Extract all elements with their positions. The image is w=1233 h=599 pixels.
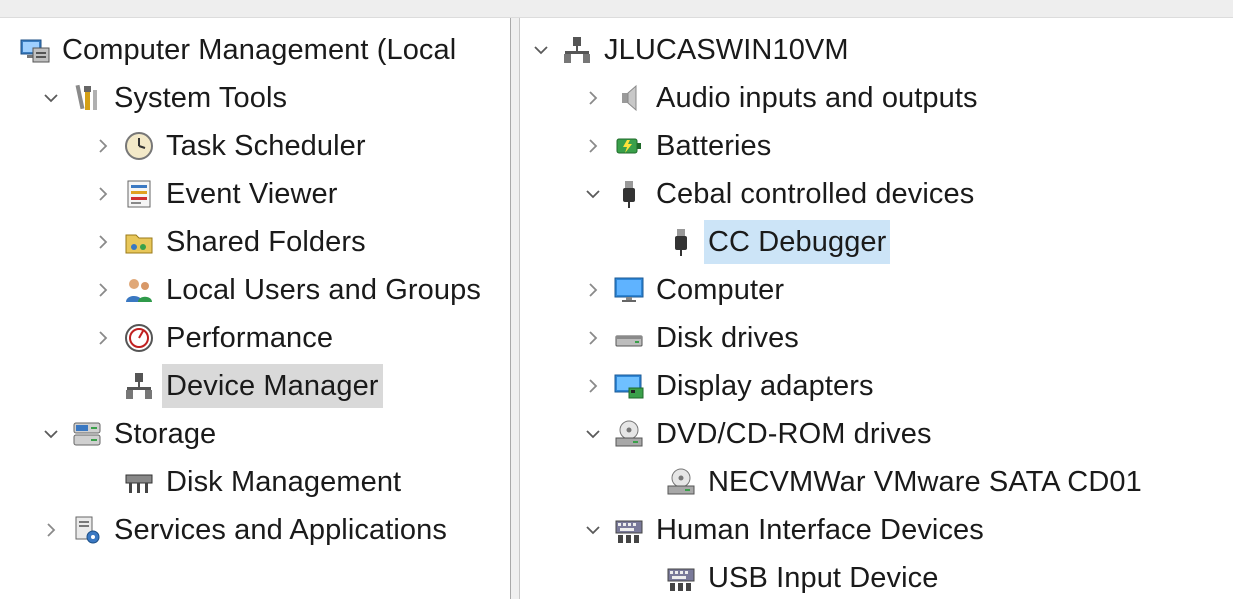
chevron-right-icon[interactable] <box>92 172 114 216</box>
tree-node-label: Display adapters <box>656 370 874 402</box>
tree-node-label: CC Debugger <box>704 220 891 264</box>
tree-node-label: Human Interface Devices <box>656 514 984 546</box>
tree-node-label: Device Manager <box>162 364 383 408</box>
tree-node[interactable]: Services and Applications <box>40 508 451 552</box>
tree-node-label: Services and Applications <box>114 514 447 546</box>
chevron-down-icon[interactable] <box>40 412 62 456</box>
disk-management-icon <box>122 465 156 499</box>
chevron-right-icon[interactable] <box>582 316 604 360</box>
device-node[interactable]: Cebal controlled devices <box>582 172 978 216</box>
speaker-icon <box>612 81 646 115</box>
cd-drive-icon <box>664 465 698 499</box>
device-node[interactable]: JLUCASWIN10VM <box>530 28 853 72</box>
chevron-right-icon[interactable] <box>582 76 604 120</box>
device-node[interactable]: NECVMWar VMware SATA CD01 <box>634 460 1146 504</box>
battery-icon <box>612 129 646 163</box>
system-tools-icon <box>70 81 104 115</box>
disk-drive-icon <box>612 321 646 355</box>
monitor-icon <box>612 273 646 307</box>
clock-icon <box>122 129 156 163</box>
tree-node-label: Audio inputs and outputs <box>656 82 978 114</box>
device-node[interactable]: Display adapters <box>582 364 878 408</box>
tree-node-label: Event Viewer <box>166 178 338 210</box>
tree-node-label: DVD/CD-ROM drives <box>656 418 932 450</box>
device-node[interactable]: Human Interface Devices <box>582 508 988 552</box>
chevron-down-icon[interactable] <box>582 508 604 552</box>
cd-drive-icon <box>612 417 646 451</box>
tree-node[interactable]: Performance <box>92 316 337 360</box>
tree-node-label: Performance <box>166 322 334 354</box>
device-node[interactable]: USB Input Device <box>634 556 943 599</box>
chevron-right-icon[interactable] <box>92 316 114 360</box>
chevron-right-icon[interactable] <box>582 268 604 312</box>
users-icon <box>122 273 156 307</box>
tree-node-label: Storage <box>114 418 217 450</box>
device-node[interactable]: CC Debugger <box>634 220 891 264</box>
chevron-down-icon[interactable] <box>40 76 62 120</box>
usb-plug-icon <box>664 225 698 259</box>
tree-node-label: Local Users and Groups <box>166 274 481 306</box>
tree-node[interactable]: Device Manager <box>92 364 383 408</box>
tree-node-label: Computer <box>656 274 785 306</box>
hid-keyboard-icon <box>612 513 646 547</box>
tree-node[interactable]: Shared Folders <box>92 220 370 264</box>
chevron-right-icon[interactable] <box>92 124 114 168</box>
tree-node-label: Task Scheduler <box>166 130 366 162</box>
tree-node-label: Disk Management <box>166 466 402 498</box>
tree-node[interactable]: Computer Management (Local <box>0 28 460 72</box>
tree-node-label: Batteries <box>656 130 772 162</box>
pane-splitter[interactable] <box>510 18 520 599</box>
chevron-right-icon[interactable] <box>40 508 62 552</box>
display-adapter-icon <box>612 369 646 403</box>
tree-node-label: Cebal controlled devices <box>656 178 975 210</box>
tree-node-label: Disk drives <box>656 322 799 354</box>
hid-keyboard-icon <box>664 561 698 595</box>
tree-node-label: Computer Management (Local <box>62 34 457 66</box>
tree-node-label: Shared Folders <box>166 226 366 258</box>
performance-icon <box>122 321 156 355</box>
shared-folders-icon <box>122 225 156 259</box>
tree-node[interactable]: System Tools <box>40 76 291 120</box>
tree-node-label: USB Input Device <box>708 562 939 594</box>
tree-node[interactable]: Local Users and Groups <box>92 268 485 312</box>
tree-node-label: JLUCASWIN10VM <box>604 34 849 66</box>
device-manager-icon <box>122 369 156 403</box>
usb-plug-icon <box>612 177 646 211</box>
device-tree-pane[interactable]: JLUCASWIN10VM Audio inputs and outputs Bat… <box>520 18 1233 599</box>
chevron-down-icon[interactable] <box>582 412 604 456</box>
computer-management-icon <box>18 33 52 67</box>
device-node[interactable]: Audio inputs and outputs <box>582 76 982 120</box>
console-tree-pane[interactable]: Computer Management (Local System Tools Ta… <box>0 18 510 599</box>
tree-node[interactable]: Task Scheduler <box>92 124 370 168</box>
chevron-right-icon[interactable] <box>582 364 604 408</box>
storage-icon <box>70 417 104 451</box>
chevron-down-icon[interactable] <box>530 28 552 72</box>
device-node[interactable]: Disk drives <box>582 316 803 360</box>
tree-node[interactable]: Storage <box>40 412 220 456</box>
window-top-strip <box>0 0 1233 18</box>
chevron-right-icon[interactable] <box>92 268 114 312</box>
services-icon <box>70 513 104 547</box>
tree-node-label: NECVMWar VMware SATA CD01 <box>708 466 1142 498</box>
device-node[interactable]: Batteries <box>582 124 775 168</box>
tree-node[interactable]: Disk Management <box>92 460 405 504</box>
chevron-right-icon[interactable] <box>582 124 604 168</box>
chevron-down-icon[interactable] <box>582 172 604 216</box>
device-node[interactable]: Computer <box>582 268 788 312</box>
chevron-right-icon[interactable] <box>92 220 114 264</box>
tree-node[interactable]: Event Viewer <box>92 172 342 216</box>
device-node[interactable]: DVD/CD-ROM drives <box>582 412 936 456</box>
tree-node-label: System Tools <box>114 82 288 114</box>
computer-network-icon <box>560 33 594 67</box>
event-viewer-icon <box>122 177 156 211</box>
